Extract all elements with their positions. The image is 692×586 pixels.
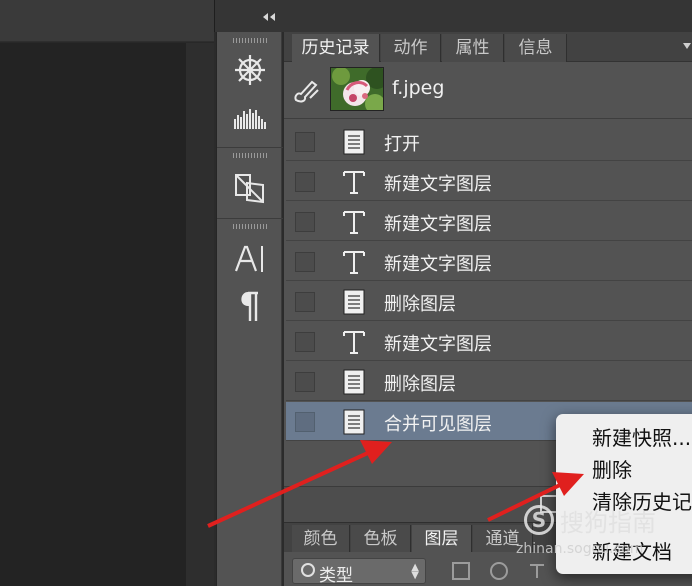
sogou-logo: S: [524, 505, 554, 535]
grip-handle[interactable]: [233, 38, 267, 43]
filter-pixel-icon[interactable]: [452, 562, 470, 580]
character-icon[interactable]: [231, 241, 269, 277]
type-icon: [340, 168, 368, 196]
document-icon: [340, 368, 368, 396]
tab-layers[interactable]: 图层: [412, 525, 472, 553]
filter-type-icon[interactable]: [528, 562, 546, 580]
tab-info[interactable]: 信息: [505, 34, 567, 62]
document-icon: [340, 288, 368, 316]
history-source-checkbox[interactable]: [295, 372, 315, 392]
tab-swatches[interactable]: 色板: [351, 525, 411, 553]
history-state-label: 新建文字图层: [384, 334, 492, 355]
paragraph-icon[interactable]: [231, 288, 269, 324]
tab-properties[interactable]: 属性: [442, 34, 504, 62]
menu-item-new-snapshot[interactable]: 新建快照...: [592, 422, 691, 451]
chevron-up-down-icon: ▲ ▼: [411, 562, 419, 581]
document-canvas-area[interactable]: [0, 43, 186, 586]
navigator-wheel-icon[interactable]: [231, 52, 269, 88]
workspace-gutter: [186, 43, 214, 586]
type-icon: [340, 208, 368, 236]
history-state-new-text-layer[interactable]: 新建文字图层: [286, 162, 692, 201]
type-icon: [340, 248, 368, 276]
history-state-delete-layer[interactable]: 删除图层: [286, 282, 692, 321]
layer-filter-label: 类型: [319, 566, 353, 586]
history-source-checkbox[interactable]: [295, 212, 315, 232]
document-workspace: [0, 0, 214, 586]
history-source-checkbox[interactable]: [295, 172, 315, 192]
history-state-label: 新建文字图层: [384, 214, 492, 235]
history-panel-tabbar: 历史记录 动作 属性 信息: [284, 32, 692, 62]
history-source-checkbox[interactable]: [295, 252, 315, 272]
type-icon: [340, 328, 368, 356]
search-icon: [301, 563, 315, 577]
watermark-url: zhinan.sogou.com: [516, 541, 644, 557]
history-state-new-text-layer[interactable]: 新建文字图层: [286, 202, 692, 241]
history-state-label: 新建文字图层: [384, 254, 492, 275]
layer-filter-select[interactable]: 类型 ▲ ▼: [292, 558, 426, 586]
transform-icon[interactable]: [231, 170, 269, 206]
document-icon: [340, 408, 368, 436]
workspace-topbar: [0, 0, 214, 42]
snapshot-thumbnail[interactable]: [330, 67, 384, 111]
history-source-checkbox[interactable]: [295, 292, 315, 312]
menu-item-delete[interactable]: 删除: [592, 454, 632, 483]
history-state-new-text-layer[interactable]: 新建文字图层: [286, 322, 692, 361]
filter-adjustment-icon[interactable]: [490, 562, 508, 580]
history-state-label: 合并可见图层: [384, 414, 492, 435]
panel-dock-topbar: [214, 0, 692, 32]
tab-history[interactable]: 历史记录: [292, 34, 380, 62]
history-state-label: 删除图层: [384, 374, 456, 395]
document-icon: [340, 128, 368, 156]
history-source-checkbox[interactable]: [295, 412, 315, 432]
grip-handle[interactable]: [233, 224, 267, 229]
tool-group-divider: [217, 218, 283, 219]
history-source-checkbox[interactable]: [295, 332, 315, 352]
grip-handle[interactable]: [233, 153, 267, 158]
history-state-delete-layer[interactable]: 删除图层: [286, 362, 692, 401]
tab-color[interactable]: 颜色: [292, 525, 350, 553]
history-state-label: 打开: [384, 134, 420, 155]
histogram-icon[interactable]: [231, 100, 269, 136]
history-state-new-text-layer[interactable]: 新建文字图层: [286, 242, 692, 281]
history-source-checkbox[interactable]: [295, 132, 315, 152]
tab-actions[interactable]: 动作: [381, 34, 441, 62]
history-brush-icon[interactable]: [292, 78, 320, 104]
tool-group-divider: [217, 147, 283, 148]
history-state-open[interactable]: 打开: [286, 122, 692, 161]
watermark-title: 搜狗指南: [560, 509, 656, 537]
collapse-panels-icon[interactable]: [262, 12, 276, 22]
panel-icon-strip: [216, 32, 283, 586]
history-state-label: 删除图层: [384, 294, 456, 315]
history-state-label: 新建文字图层: [384, 174, 492, 195]
snapshot-name: f.jpeg: [392, 77, 445, 99]
panel-menu-icon[interactable]: [682, 42, 692, 50]
